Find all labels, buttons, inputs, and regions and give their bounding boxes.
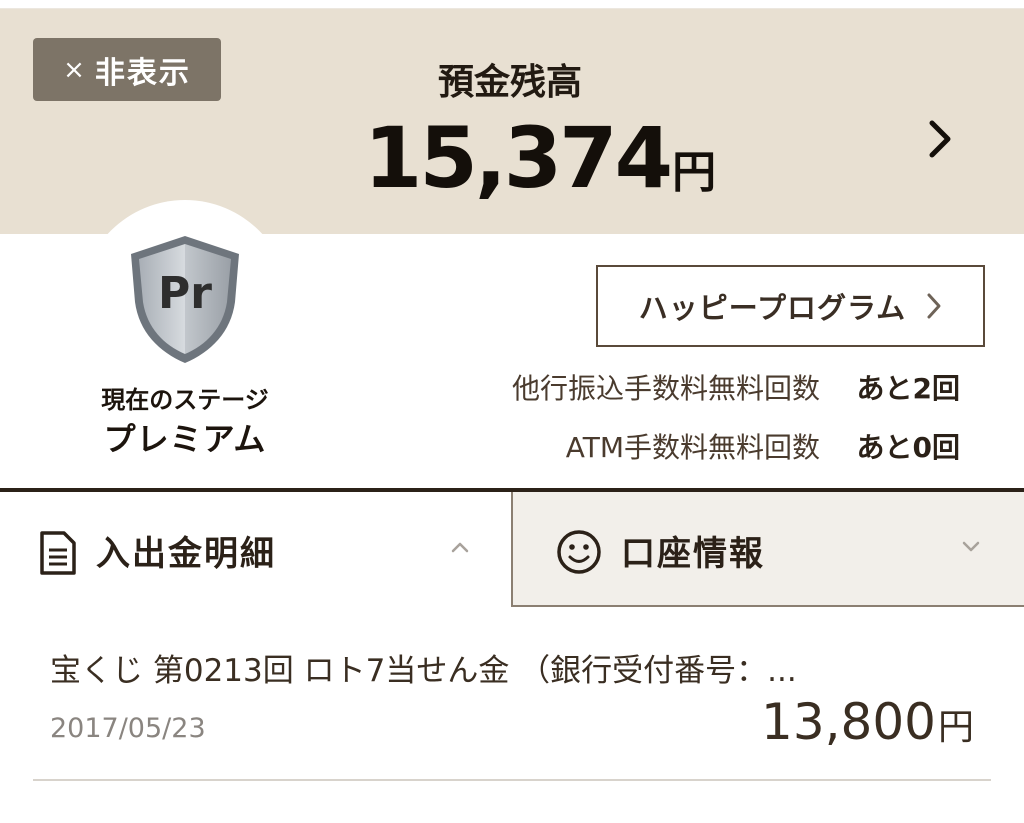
chevron-right-icon[interactable] [920, 109, 960, 169]
chevron-up-icon [451, 542, 469, 553]
balance-header: × 非表示 預金残高 15,374円 [0, 9, 1024, 234]
smiley-icon [557, 530, 601, 574]
transaction-amount-value: 13,800 [761, 693, 936, 751]
chevron-right-icon [926, 292, 942, 320]
happy-program-label: ハッピープログラム [638, 291, 907, 325]
stage-label: 現在のステージ [101, 386, 269, 414]
tab-transactions-label: 入出金明細 [96, 534, 276, 574]
transaction-description: 宝くじ 第0213回 ロト7当せん金 （銀行受付番号：... [50, 653, 797, 689]
fee-label: ATM手数料無料回数 [565, 431, 820, 464]
document-icon [40, 531, 76, 575]
transaction-amount: 13,800円 [761, 693, 974, 751]
fee-value: あと0回 [856, 431, 960, 464]
balance-amount-value: 15,374 [363, 109, 673, 207]
transaction-currency: 円 [937, 707, 974, 748]
fee-value: あと2回 [856, 372, 960, 405]
happy-program-button[interactable]: ハッピープログラム [596, 265, 985, 347]
shield-icon: Pr [131, 236, 239, 363]
fee-label: 他行振込手数料無料回数 [511, 372, 820, 405]
list-divider [33, 779, 991, 781]
fee-row-transfer: 他行振込手数料無料回数 あと2回 [400, 367, 1000, 411]
fee-row-atm: ATM手数料無料回数 あと0回 [400, 426, 1000, 470]
tab-transactions[interactable]: 入出金明細 [0, 492, 511, 607]
close-icon: × [63, 54, 87, 85]
hide-balance-label: 非表示 [94, 55, 191, 91]
tab-account-info[interactable]: 口座情報 [511, 492, 1024, 607]
stage-badge-text: Pr [158, 268, 212, 319]
balance-amount[interactable]: 15,374円 [300, 109, 780, 207]
balance-currency: 円 [672, 147, 717, 198]
status-strip [0, 0, 1024, 9]
transaction-date: 2017/05/23 [50, 713, 206, 744]
tab-account-info-label: 口座情報 [621, 534, 765, 574]
stage-name: プレミアム [103, 420, 267, 458]
hide-balance-button[interactable]: × 非表示 [33, 38, 221, 101]
balance-title: 預金残高 [437, 62, 582, 103]
chevron-down-icon [962, 541, 980, 552]
